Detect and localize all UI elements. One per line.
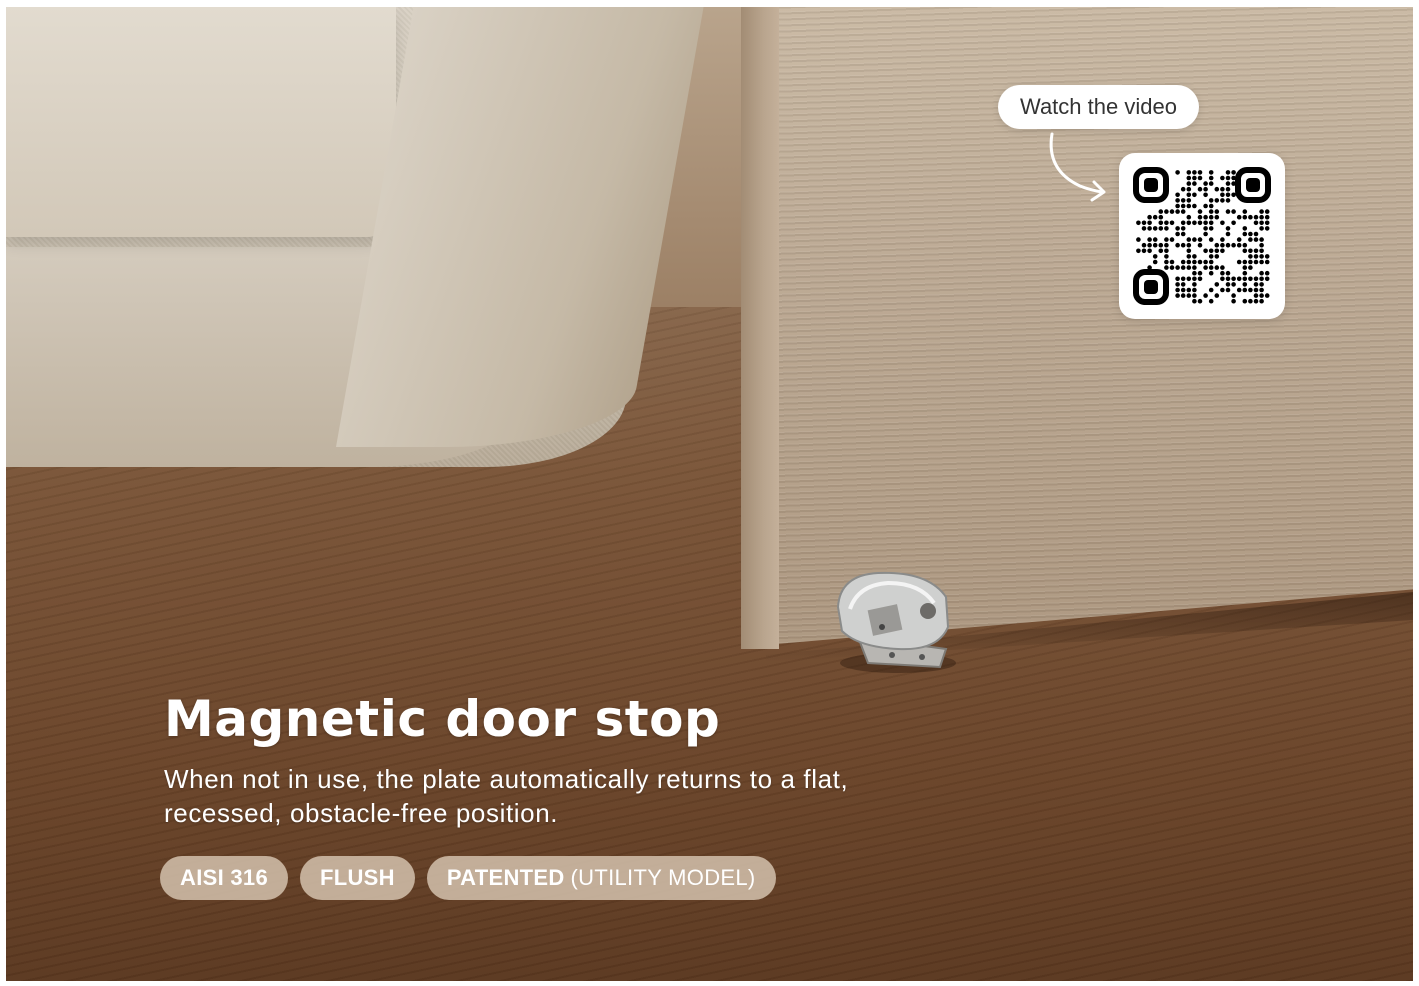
tag-label: AISI 316 xyxy=(180,865,269,890)
door-edge xyxy=(741,7,779,649)
sofa-cushion xyxy=(6,7,396,237)
page: Watch the video Magnetic door stop When … xyxy=(0,0,1419,986)
watch-video-label: Watch the video xyxy=(998,85,1199,129)
tag-label: PATENTED xyxy=(446,865,565,890)
tag-label: FLUSH xyxy=(320,865,395,890)
curved-arrow-icon xyxy=(1049,132,1106,202)
door-stop-device xyxy=(836,571,956,673)
page-title: Magnetic door stop xyxy=(164,690,721,748)
qr-code-card[interactable] xyxy=(1119,153,1285,319)
sofa xyxy=(6,7,704,467)
tag-patented: PATENTED (UTILITY MODEL) xyxy=(426,856,776,900)
watch-video-text: Watch the video xyxy=(1020,94,1177,119)
tag-sublabel: (UTILITY MODEL) xyxy=(570,865,756,890)
tag-flush: FLUSH xyxy=(300,856,415,900)
qr-code-icon[interactable] xyxy=(1119,153,1285,319)
tag-aisi-316: AISI 316 xyxy=(160,856,289,900)
feature-tags: AISI 316 FLUSH PATENTED (UTILITY MODEL) xyxy=(160,856,776,900)
product-description: When not in use, the plate automatically… xyxy=(164,764,849,828)
